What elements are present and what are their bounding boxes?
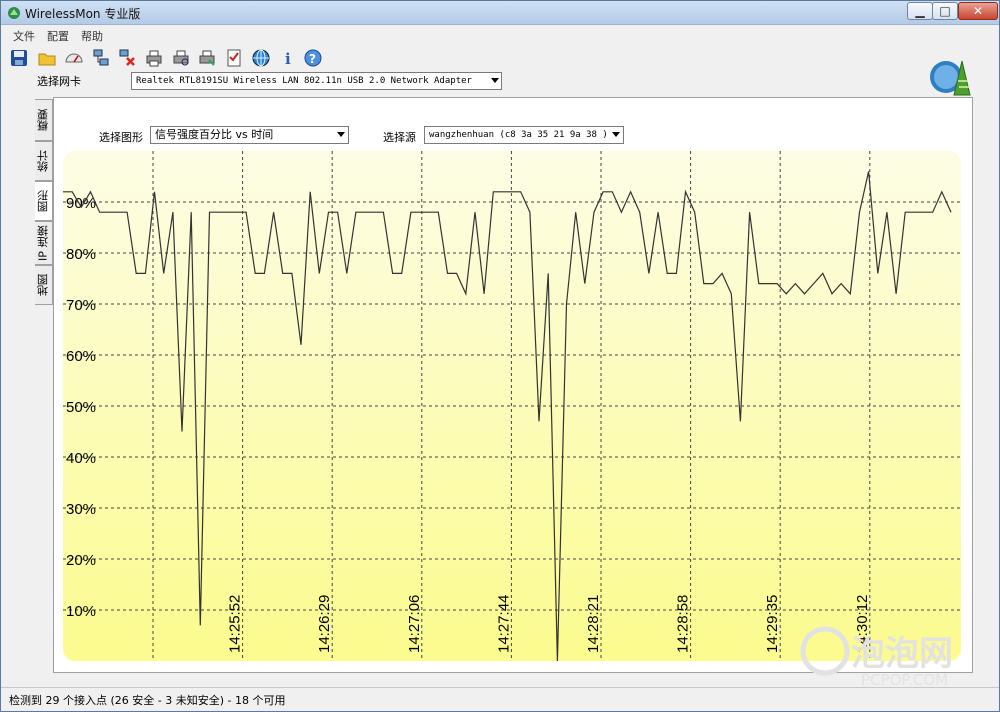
globe-icon[interactable] — [251, 48, 271, 68]
app-window: WirelessMon 专业版 ▁ □ ✕ 文件 配置 帮助 i ? 选择网卡 … — [0, 0, 1000, 712]
toolbar: i ? — [1, 45, 999, 71]
dropdown-arrow-icon — [612, 132, 620, 137]
minimize-button[interactable]: ▁ — [907, 2, 933, 20]
wirelessmon-logo — [930, 60, 971, 96]
x-tick-label: 14:29:35 — [764, 595, 781, 653]
network-connect-icon[interactable] — [91, 48, 111, 68]
graph-type-label: 选择图形 — [99, 131, 143, 144]
open-folder-icon[interactable] — [37, 48, 57, 68]
y-tick-label: 50% — [66, 399, 96, 416]
source-select[interactable]: wangzhenhuan (c8 3a 35 21 9a 38 ) — [424, 126, 624, 144]
x-tick-label: 14:27:06 — [406, 595, 423, 653]
info-icon[interactable]: i — [278, 48, 298, 68]
x-tick-label: 14:28:21 — [585, 595, 602, 653]
checklist-icon[interactable] — [224, 48, 244, 68]
pcpop-watermark: 泡泡网 PCPOP.COM — [800, 626, 953, 689]
y-tick-label: 10% — [66, 603, 96, 620]
tab-ip-connections[interactable]: IP 连接 — [35, 221, 53, 265]
x-tick-label: 14:27:44 — [495, 595, 512, 653]
menu-file[interactable]: 文件 — [13, 28, 35, 44]
source-value: wangzhenhuan (c8 3a 35 21 9a 38 ) — [429, 130, 608, 140]
adapter-select[interactable]: Realtek RTL8191SU Wireless LAN 802.11n U… — [131, 72, 502, 90]
x-tick-label: 14:26:29 — [316, 595, 333, 653]
y-tick-label: 80% — [66, 246, 96, 263]
gauge-icon[interactable] — [64, 48, 84, 68]
tab-map[interactable]: 地图 — [35, 265, 53, 305]
status-bar: 检测到 29 个接入点 (26 安全 - 3 未知安全) - 18 个可用 — [1, 687, 999, 711]
tab-statistics[interactable]: 统计 — [35, 141, 53, 181]
window-title: WirelessMon 专业版 — [25, 7, 141, 21]
y-tick-label: 60% — [66, 348, 96, 365]
title-bar: WirelessMon 专业版 ▁ □ ✕ — [1, 1, 999, 25]
adapter-select-value: Realtek RTL8191SU Wireless LAN 802.11n U… — [136, 76, 472, 86]
print-setup-icon[interactable] — [197, 48, 217, 68]
signal-strength-chart: 10% 20% 30% 40% 50% 60% 70% 80% 90% 14:25:52 14:26… — [63, 151, 961, 661]
print-preview-icon[interactable] — [171, 48, 191, 68]
status-text: 检测到 29 个接入点 (26 安全 - 3 未知安全) - 18 个可用 — [9, 694, 286, 707]
help-icon[interactable]: ? — [303, 48, 323, 68]
tab-summary[interactable]: 概要 — [35, 99, 53, 141]
y-tick-label: 90% — [66, 195, 96, 212]
network-disconnect-icon[interactable] — [117, 48, 137, 68]
graph-type-select[interactable]: 信号强度百分比 vs 时间 — [150, 126, 349, 144]
menu-help[interactable]: 帮助 — [81, 28, 103, 44]
y-tick-label: 70% — [66, 297, 96, 314]
printer-icon[interactable] — [144, 48, 164, 68]
dropdown-arrow-icon — [337, 132, 345, 137]
y-tick-label: 40% — [66, 450, 96, 467]
y-tick-label: 30% — [66, 501, 96, 518]
maximize-button[interactable]: □ — [932, 2, 958, 20]
source-label: 选择源 — [383, 131, 416, 144]
dropdown-arrow-icon — [491, 78, 499, 83]
graph-type-value: 信号强度百分比 vs 时间 — [155, 128, 274, 141]
save-icon[interactable] — [9, 48, 29, 68]
svg-text:泡泡网: 泡泡网 — [851, 634, 953, 674]
menu-config[interactable]: 配置 — [47, 28, 69, 44]
menu-bar: 文件 配置 帮助 — [1, 26, 999, 44]
close-button[interactable]: ✕ — [958, 2, 998, 20]
svg-text:?: ? — [309, 52, 316, 66]
x-tick-label: 14:28:58 — [675, 595, 692, 653]
svg-text:i: i — [285, 50, 291, 68]
x-tick-label: 14:25:52 — [227, 595, 244, 653]
tab-graph[interactable]: 图形 — [35, 181, 53, 221]
adapter-label: 选择网卡 — [37, 75, 81, 88]
y-tick-label: 20% — [66, 552, 96, 569]
app-icon — [8, 7, 20, 19]
